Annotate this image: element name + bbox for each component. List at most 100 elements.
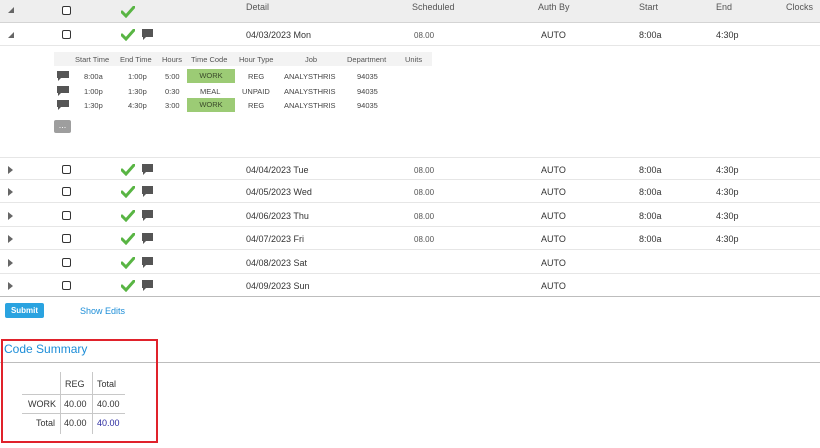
- day-detail[interactable]: 04/03/2023 Mon: [246, 30, 311, 40]
- select-all-checkbox[interactable]: [62, 6, 71, 15]
- punch-col-end: End Time: [120, 55, 152, 64]
- day-start: 8:00a: [639, 211, 662, 221]
- day-scheduled: 08.00: [414, 31, 435, 40]
- punch-start[interactable]: 8:00a: [84, 72, 103, 81]
- punch-hour-type: REG: [248, 72, 265, 81]
- approved-check-icon[interactable]: [121, 186, 135, 198]
- row-checkbox[interactable]: [62, 187, 71, 196]
- punch-department: 94035: [357, 87, 378, 96]
- more-actions-button[interactable]: ...: [54, 120, 71, 133]
- approved-check-icon[interactable]: [121, 164, 135, 176]
- punch-comment-icon[interactable]: [56, 99, 70, 111]
- day-scheduled: 08.00: [414, 212, 435, 221]
- approved-check-icon[interactable]: [121, 210, 135, 222]
- punch-end[interactable]: 4:30p: [128, 101, 147, 110]
- day-start: 8:00a: [639, 187, 662, 197]
- punch-job: ANALYSTHRIS: [284, 87, 336, 96]
- comment-icon[interactable]: [141, 163, 154, 176]
- approved-check-icon[interactable]: [121, 257, 135, 269]
- day-detail[interactable]: 04/08/2023 Sat: [246, 258, 307, 268]
- day-detail[interactable]: 04/09/2023 Sun: [246, 281, 310, 291]
- day-detail[interactable]: 04/04/2023 Tue: [246, 165, 309, 175]
- day-row[interactable]: 04/05/2023 Wed 08.00 AUTO 8:00a 4:30p: [0, 180, 820, 203]
- punch-department: 94035: [357, 72, 378, 81]
- punch-end[interactable]: 1:30p: [128, 87, 147, 96]
- row-checkbox[interactable]: [62, 281, 71, 290]
- day-auth-by: AUTO: [541, 165, 566, 175]
- submit-button[interactable]: Submit: [5, 303, 44, 318]
- time-code-label[interactable]: MEAL: [200, 87, 220, 96]
- expand-icon[interactable]: [8, 259, 13, 267]
- row-checkbox[interactable]: [62, 165, 71, 174]
- table-grid-line: [92, 372, 93, 434]
- comment-icon[interactable]: [141, 232, 154, 245]
- day-start: 8:00a: [639, 30, 662, 40]
- day-start: 8:00a: [639, 165, 662, 175]
- code-summary-title[interactable]: Code Summary: [4, 342, 87, 356]
- summary-col-reg: REG: [65, 379, 85, 389]
- day-end: 4:30p: [716, 234, 739, 244]
- expand-icon[interactable]: [8, 212, 13, 220]
- approve-all-check-icon[interactable]: [121, 6, 135, 18]
- punch-comment-icon[interactable]: [56, 85, 70, 97]
- punch-start[interactable]: 1:30p: [84, 101, 103, 110]
- day-detail[interactable]: 04/05/2023 Wed: [246, 187, 312, 197]
- time-code-badge[interactable]: WORK: [187, 69, 235, 83]
- punch-col-department: Department: [347, 55, 387, 64]
- punch-col-hour-type: Hour Type: [239, 55, 274, 64]
- comment-icon[interactable]: [141, 28, 154, 41]
- day-end: 4:30p: [716, 211, 739, 221]
- row-checkbox[interactable]: [62, 30, 71, 39]
- punch-hours: 5:00: [165, 72, 180, 81]
- row-checkbox[interactable]: [62, 211, 71, 220]
- day-auth-by: AUTO: [541, 211, 566, 221]
- day-end: 4:30p: [716, 30, 739, 40]
- col-start: Start: [639, 2, 659, 12]
- expand-icon[interactable]: [8, 188, 13, 196]
- table-grid-line: [22, 394, 125, 395]
- row-checkbox[interactable]: [62, 258, 71, 267]
- punch-col-hours: Hours: [162, 55, 183, 64]
- punch-job: ANALYSTHRIS: [284, 101, 336, 110]
- day-row-expanded[interactable]: 04/03/2023 Mon 08.00 AUTO 8:00a 4:30p: [0, 23, 820, 46]
- day-detail[interactable]: 04/07/2023 Fri: [246, 234, 304, 244]
- approved-check-icon[interactable]: [121, 233, 135, 245]
- day-row[interactable]: 04/06/2023 Thu 08.00 AUTO 8:00a 4:30p: [0, 204, 820, 227]
- day-detail[interactable]: 04/06/2023 Thu: [246, 211, 309, 221]
- punch-hours: 0:30: [165, 87, 180, 96]
- expand-icon[interactable]: [8, 282, 13, 290]
- summary-total-reg: 40.00: [64, 418, 87, 428]
- day-row[interactable]: 04/07/2023 Fri 08.00 AUTO 8:00a 4:30p: [0, 227, 820, 250]
- approved-check-icon[interactable]: [121, 29, 135, 41]
- day-row[interactable]: 04/04/2023 Tue 08.00 AUTO 8:00a 4:30p: [0, 157, 820, 180]
- comment-icon[interactable]: [141, 209, 154, 222]
- day-row[interactable]: 04/08/2023 Sat AUTO: [0, 251, 820, 274]
- table-grid-line: [22, 413, 125, 414]
- day-end: 4:30p: [716, 165, 739, 175]
- punch-hour-type: UNPAID: [242, 87, 270, 96]
- day-end: 4:30p: [716, 187, 739, 197]
- row-checkbox[interactable]: [62, 234, 71, 243]
- punch-col-time-code: Time Code: [191, 55, 228, 64]
- expand-icon[interactable]: [8, 166, 13, 174]
- summary-work-total: 40.00: [97, 399, 120, 409]
- col-detail: Detail: [246, 2, 270, 12]
- day-auth-by: AUTO: [541, 234, 566, 244]
- summary-row-total: Total: [36, 418, 56, 428]
- time-code-badge[interactable]: WORK: [187, 98, 235, 112]
- punch-hours: 3:00: [165, 101, 180, 110]
- comment-icon[interactable]: [141, 185, 154, 198]
- expand-icon[interactable]: [8, 235, 13, 243]
- punch-start[interactable]: 1:00p: [84, 87, 103, 96]
- day-row[interactable]: 04/09/2023 Sun AUTO: [0, 274, 820, 297]
- day-auth-by: AUTO: [541, 30, 566, 40]
- punch-end[interactable]: 1:00p: [128, 72, 147, 81]
- collapse-all-icon[interactable]: [8, 7, 14, 13]
- comment-icon[interactable]: [141, 256, 154, 269]
- punch-col-start: Start Time: [75, 55, 110, 64]
- punch-comment-icon[interactable]: [56, 70, 70, 82]
- collapse-icon[interactable]: [8, 32, 14, 38]
- approved-check-icon[interactable]: [121, 280, 135, 292]
- show-edits-link[interactable]: Show Edits: [80, 306, 125, 316]
- comment-icon[interactable]: [141, 279, 154, 292]
